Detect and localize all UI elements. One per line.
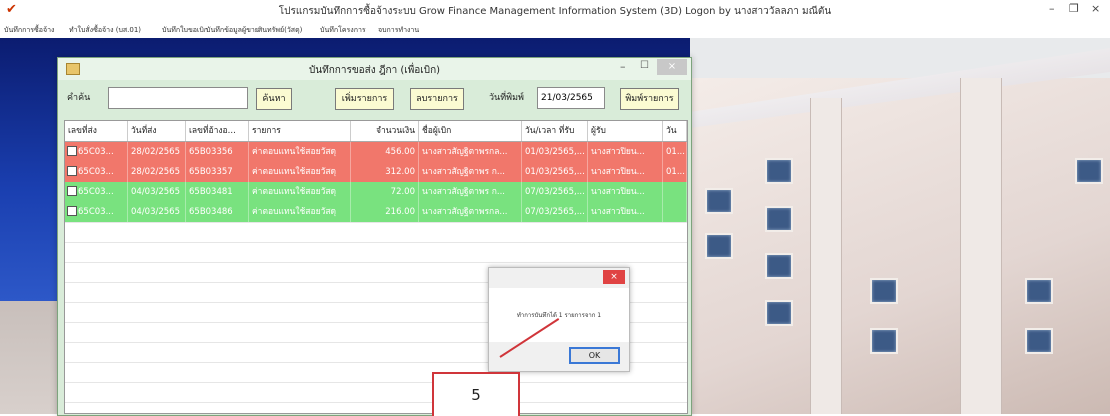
dialog-close-button[interactable]: × bbox=[657, 59, 687, 75]
message-box-close-button[interactable]: × bbox=[603, 270, 625, 284]
cell-amount: 456.00 bbox=[351, 142, 419, 162]
print-date-label: วันที่พิมพ์ bbox=[489, 93, 524, 103]
cell-item: ค่าตอบแทนใช้สอยวัสดุ bbox=[249, 142, 351, 162]
app-title-bar: ✔ โปรแกรมบันทึกการซื้อจ้างระบบ Grow Fina… bbox=[0, 0, 1110, 22]
table-row[interactable]: 65C03... 04/03/2565 65B03486 ค่าตอบแทนใช… bbox=[65, 202, 687, 222]
table-row[interactable]: 65C03... 28/02/2565 65B03356 ค่าตอบแทนใช… bbox=[65, 142, 687, 162]
column-header-send-date[interactable]: วันที่ส่ง bbox=[128, 121, 186, 141]
add-button[interactable]: เพิ่มรายการ bbox=[335, 88, 394, 110]
cell-item: ค่าตอบแทนใช้สอยวัสดุ bbox=[249, 202, 351, 222]
building-window bbox=[765, 158, 793, 184]
cell-amount: 216.00 bbox=[351, 202, 419, 222]
menu-item-vendor[interactable]: บันทึกข้อมูลผู้ขาย bbox=[206, 25, 259, 36]
cell-date: 01... bbox=[663, 162, 687, 182]
column-header-receiver[interactable]: ผู้รับ bbox=[588, 121, 663, 141]
cell-item: ค่าตอบแทนใช้สอยวัสดุ bbox=[249, 182, 351, 202]
cell-ref-no: 65B03357 bbox=[186, 162, 249, 182]
message-box-body: ทำการบันทึกได้ 1 รายการจาก 1 bbox=[489, 288, 629, 342]
search-button[interactable]: ค้นหา bbox=[256, 88, 292, 110]
cell-ref-no: 65B03481 bbox=[186, 182, 249, 202]
cell-receiver: นางสาวปิยน... bbox=[588, 182, 663, 202]
dialog-maximize-button[interactable]: ☐ bbox=[640, 60, 649, 71]
building-window bbox=[1025, 328, 1053, 354]
cell-doc-no: 65C03... bbox=[75, 182, 128, 202]
cell-amount: 312.00 bbox=[351, 162, 419, 182]
building-window bbox=[1025, 278, 1053, 304]
print-button[interactable]: พิมพ์รายการ bbox=[620, 88, 679, 110]
print-date-input[interactable] bbox=[537, 87, 605, 109]
building-window bbox=[765, 253, 793, 279]
building-column bbox=[810, 98, 842, 414]
menu-item-assets[interactable]: สินทรัพย์(วัสดุ) bbox=[258, 25, 302, 36]
cell-ref-no: 65B03486 bbox=[186, 202, 249, 222]
cell-receiver: นางสาวปิยน... bbox=[588, 202, 663, 222]
building-window bbox=[765, 206, 793, 232]
cell-requester: นางสาวสัญฐิตาพร ก... bbox=[419, 162, 522, 182]
cell-ref-no: 65B03356 bbox=[186, 142, 249, 162]
close-button[interactable]: × bbox=[1091, 2, 1100, 15]
column-header-requester[interactable]: ชื่อผู้เบิก bbox=[419, 121, 522, 141]
column-header-amount[interactable]: จำนวนเงิน bbox=[351, 121, 419, 141]
menu-item-exit[interactable]: จบการทำงาน bbox=[378, 25, 419, 36]
menu-item-project[interactable]: บันทึกโครงการ bbox=[320, 25, 366, 36]
building-window bbox=[870, 278, 898, 304]
cell-receiver: นางสาวปิยน... bbox=[588, 162, 663, 182]
building-window bbox=[705, 188, 733, 214]
cell-requester: นางสาวสัญฐิตาพรกล... bbox=[419, 142, 522, 162]
minimize-button[interactable]: – bbox=[1049, 2, 1055, 15]
menu-item-purchase[interactable]: บันทึกการซื้อจ้าง bbox=[4, 25, 54, 36]
cell-date bbox=[663, 202, 687, 222]
restore-button[interactable]: ❐ bbox=[1069, 2, 1079, 15]
column-header-item[interactable]: รายการ bbox=[249, 121, 351, 141]
building-window bbox=[765, 300, 793, 326]
cell-doc-no: 65C03... bbox=[75, 162, 128, 182]
building-window bbox=[705, 233, 733, 259]
cell-send-date: 04/03/2565 bbox=[128, 202, 186, 222]
cell-doc-no: 65C03... bbox=[75, 142, 128, 162]
cell-send-date: 28/02/2565 bbox=[128, 142, 186, 162]
cell-receiver: นางสาวปิยน... bbox=[588, 142, 663, 162]
column-header-ref-no[interactable]: เลขที่อ้างอ... bbox=[186, 121, 249, 141]
annotation-number: 5 bbox=[471, 386, 481, 404]
building-window bbox=[1075, 158, 1103, 184]
menu-item-order-form[interactable]: ทำใบสั่งซื้อจ้าง (บส.01) bbox=[69, 25, 141, 36]
column-header-date[interactable]: วัน bbox=[663, 121, 687, 141]
menu-bar: บันทึกการซื้อจ้าง ทำใบสั่งซื้อจ้าง (บส.0… bbox=[0, 22, 1110, 38]
search-label: คำค้น bbox=[67, 93, 91, 103]
building-window bbox=[870, 328, 898, 354]
cell-received-at: 07/03/2565,... bbox=[522, 182, 588, 202]
dialog-title: บันทึกการขอส่ง ฎีกา (เพื่อเบิก) bbox=[308, 65, 441, 76]
cell-requester: นางสาวสัญฐิตาพร ก... bbox=[419, 182, 522, 202]
cell-received-at: 01/03/2565,... bbox=[522, 142, 588, 162]
cell-requester: นางสาวสัญฐิตาพรกล... bbox=[419, 202, 522, 222]
cell-item: ค่าตอบแทนใช้สอยวัสดุ bbox=[249, 162, 351, 182]
building-column bbox=[960, 78, 1002, 414]
cell-doc-no: 65C03... bbox=[75, 202, 128, 222]
app-title: โปรแกรมบันทึกการซื้อจ้างระบบ Grow Financ… bbox=[278, 6, 832, 17]
dialog-title-bar: บันทึกการขอส่ง ฎีกา (เพื่อเบิก) – ☐ × bbox=[58, 58, 691, 80]
dialog-minimize-button[interactable]: – bbox=[620, 60, 626, 73]
table-row[interactable]: 65C03... 28/02/2565 65B03357 ค่าตอบแทนใช… bbox=[65, 162, 687, 182]
cell-date: 01... bbox=[663, 142, 687, 162]
cell-received-at: 01/03/2565,... bbox=[522, 162, 588, 182]
annotation-callout: 5 bbox=[432, 372, 520, 416]
cell-amount: 72.00 bbox=[351, 182, 419, 202]
grid-header: เลขที่ส่ง วันที่ส่ง เลขที่อ้างอ... รายกา… bbox=[65, 121, 687, 142]
table-row[interactable]: 65C03... 04/03/2565 65B03481 ค่าตอบแทนใช… bbox=[65, 182, 687, 202]
delete-button[interactable]: ลบรายการ bbox=[410, 88, 464, 110]
column-header-received-at[interactable]: วัน/เวลา ที่รับ bbox=[522, 121, 588, 141]
background-building bbox=[690, 78, 1110, 414]
cell-date bbox=[663, 182, 687, 202]
search-input[interactable] bbox=[108, 87, 248, 109]
column-header-doc-no[interactable]: เลขที่ส่ง bbox=[65, 121, 128, 141]
ok-button[interactable]: OK bbox=[569, 347, 620, 364]
cell-received-at: 07/03/2565,... bbox=[522, 202, 588, 222]
cell-send-date: 28/02/2565 bbox=[128, 162, 186, 182]
menu-item-withdrawal[interactable]: บันทึกใบขอเบิก bbox=[162, 25, 208, 36]
cell-send-date: 04/03/2565 bbox=[128, 182, 186, 202]
